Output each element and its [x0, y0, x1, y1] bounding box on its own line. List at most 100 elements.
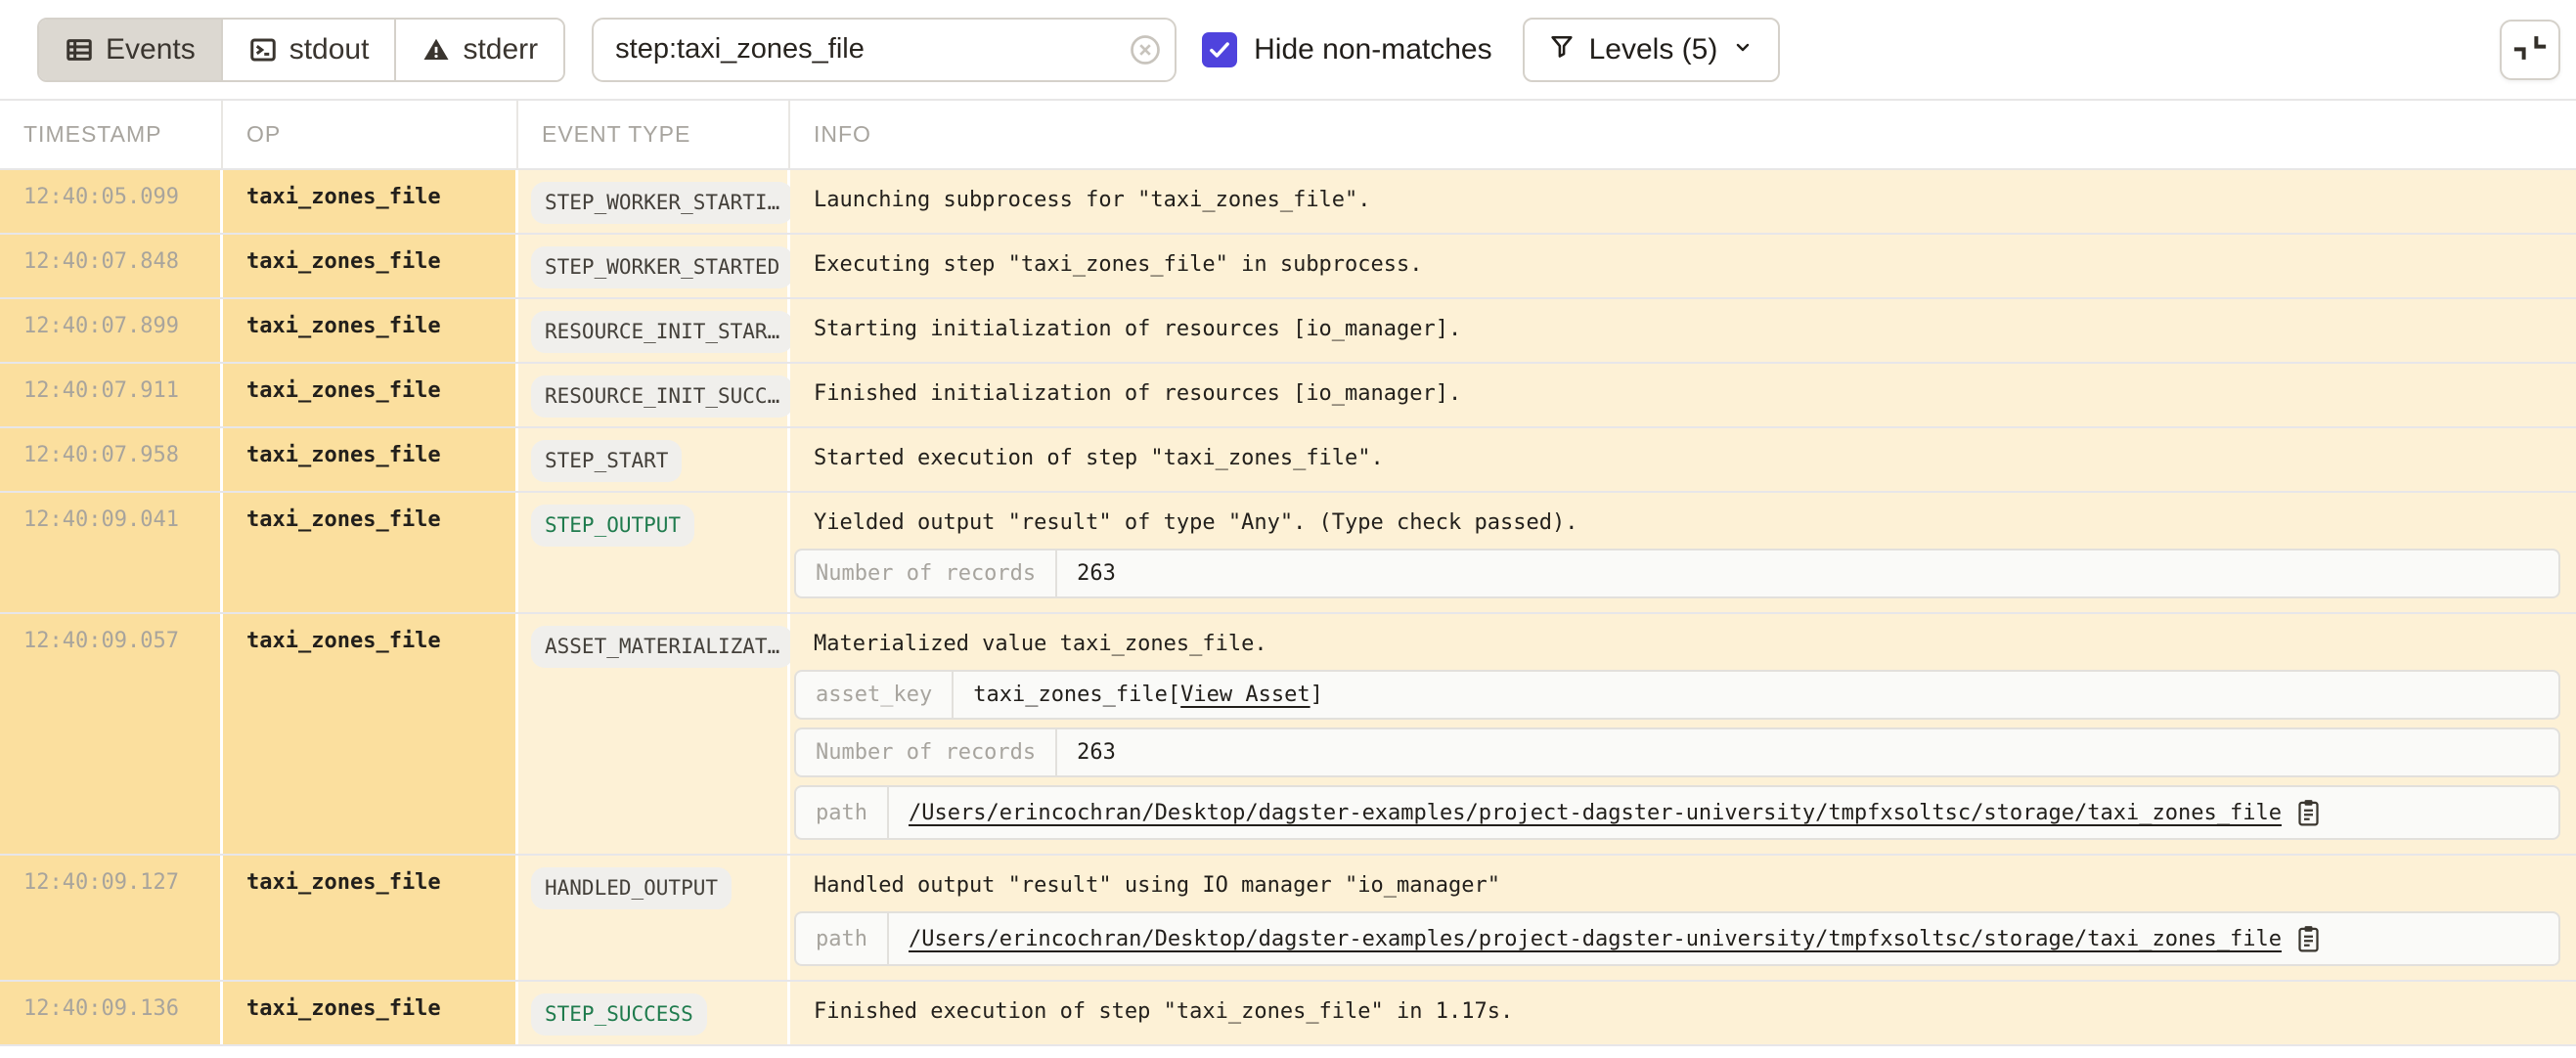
event-info-text: Launching subprocess for "taxi_zones_fil… [790, 185, 2560, 216]
metadata-entry: Number of records263 [794, 549, 2560, 598]
log-event-row[interactable]: 12:40:09.057taxi_zones_file ASSET_MATERIA… [0, 614, 2576, 856]
event-type-badge: RESOURCE_INIT_SUCC… [531, 375, 793, 418]
event-timestamp: 12:40:09.041 [0, 493, 223, 612]
metadata-entry: path/Users/erincochran/Desktop/dagster-e… [794, 785, 2560, 840]
event-type-cell: HANDLED_OUTPUT [518, 856, 790, 980]
metadata-entry: asset_keytaxi_zones_file [View Asset] [794, 670, 2560, 720]
event-type-cell: STEP_WORKER_STARTED [518, 235, 790, 297]
path-link[interactable]: /Users/erincochran/Desktop/dagster-examp… [909, 801, 2282, 825]
log-view-tabs: Events stdout stderr [37, 18, 565, 82]
tab-stderr[interactable]: stderr [396, 20, 563, 80]
collapse-icon [2513, 31, 2547, 67]
log-table-body: 12:40:05.099taxi_zones_fileSTEP_WORKER_S… [0, 170, 2576, 1046]
column-header-timestamp: TIMESTAMP [0, 101, 223, 168]
event-timestamp: 12:40:07.958 [0, 428, 223, 491]
log-toolbar: Events stdout stderr [0, 0, 2576, 101]
log-event-row[interactable]: 12:40:05.099taxi_zones_fileSTEP_WORKER_S… [0, 170, 2576, 235]
tab-stdout[interactable]: stdout [223, 20, 397, 80]
event-info-cell: Executing step "taxi_zones_file" in subp… [790, 235, 2576, 297]
event-op-name: taxi_zones_file [223, 982, 518, 1044]
path-link[interactable]: /Users/erincochran/Desktop/dagster-examp… [909, 927, 2282, 951]
event-timestamp: 12:40:09.127 [0, 856, 223, 980]
checkbox-checked-icon[interactable] [1202, 32, 1237, 67]
collapse-panel-button[interactable] [2500, 20, 2560, 80]
log-event-row[interactable]: 12:40:09.127taxi_zones_file HANDLED_OUTPU… [0, 856, 2576, 982]
column-header-info: INFO [790, 101, 2576, 168]
column-header-event-type: EVENT TYPE [518, 101, 790, 168]
tab-stderr-label: stderr [463, 33, 538, 66]
event-info-text: Finished initialization of resources [io… [790, 378, 2560, 410]
levels-filter-label: Levels (5) [1589, 33, 1718, 66]
log-event-row[interactable]: 12:40:07.899taxi_zones_file RESOURCE_INIT… [0, 299, 2576, 364]
hide-non-matches-label: Hide non-matches [1254, 33, 1491, 66]
event-op-name: taxi_zones_file [223, 614, 518, 854]
tab-events-label: Events [106, 33, 196, 66]
event-op-name: taxi_zones_file [223, 493, 518, 612]
event-op-name: taxi_zones_file [223, 428, 518, 491]
copy-icon[interactable] [2295, 798, 2322, 827]
filter-funnel-icon [1548, 32, 1576, 67]
event-info-text: Started execution of step "taxi_zones_fi… [790, 443, 2560, 474]
event-info-text: Finished execution of step "taxi_zones_f… [790, 996, 2560, 1028]
event-timestamp: 12:40:09.057 [0, 614, 223, 854]
terminal-icon [248, 35, 278, 65]
event-timestamp: 12:40:09.136 [0, 982, 223, 1044]
event-op-name: taxi_zones_file [223, 235, 518, 297]
hide-non-matches-toggle[interactable]: Hide non-matches [1202, 32, 1491, 67]
event-type-badge: RESOURCE_INIT_STAR… [531, 311, 793, 353]
event-type-cell: ASSET_MATERIALIZAT… [518, 614, 790, 854]
event-timestamp: 12:40:05.099 [0, 170, 223, 233]
log-event-row[interactable]: 12:40:09.136taxi_zones_file STEP_SUCCESS F… [0, 982, 2576, 1046]
event-info-text: Executing step "taxi_zones_file" in subp… [790, 249, 2560, 281]
metadata-entry: Number of records263 [794, 727, 2560, 777]
event-type-badge: STEP_WORKER_STARTI… [531, 182, 793, 224]
metadata-key: Number of records [796, 729, 1057, 775]
event-type-badge: ASSET_MATERIALIZAT… [531, 626, 793, 668]
event-info-text: Yielded output "result" of type "Any". (… [790, 507, 2560, 539]
event-info-text: Handled output "result" using IO manager… [790, 870, 2560, 902]
warning-icon [422, 35, 451, 65]
log-event-row[interactable]: 12:40:09.041taxi_zones_fileSTEP_OUTPUTYi… [0, 493, 2576, 614]
event-op-name: taxi_zones_file [223, 299, 518, 362]
metadata-value: 263 [1057, 551, 2558, 596]
event-metadata: Number of records263 [794, 549, 2560, 598]
event-metadata: asset_keytaxi_zones_file [View Asset] Num… [794, 670, 2560, 840]
event-info-cell: Handled output "result" using IO manager… [790, 856, 2576, 980]
metadata-value: taxi_zones_file [View Asset] [954, 672, 2558, 718]
event-type-cell: STEP_SUCCESS [518, 982, 790, 1044]
event-op-name: taxi_zones_file [223, 856, 518, 980]
event-timestamp: 12:40:07.848 [0, 235, 223, 297]
event-info-cell: Finished execution of step "taxi_zones_f… [790, 982, 2576, 1044]
event-op-name: taxi_zones_file [223, 364, 518, 426]
tab-events[interactable]: Events [39, 20, 223, 80]
event-type-cell: STEP_WORKER_STARTI… [518, 170, 790, 233]
log-event-row[interactable]: 12:40:07.848taxi_zones_fileSTEP_WORKER_S… [0, 235, 2576, 299]
event-type-badge: STEP_SUCCESS [531, 993, 707, 1036]
view-asset-link[interactable]: View Asset [1180, 683, 1310, 707]
copy-icon[interactable] [2295, 924, 2322, 953]
clear-search-icon[interactable] [1128, 32, 1163, 67]
event-type-badge: HANDLED_OUTPUT [531, 867, 732, 909]
tab-stdout-label: stdout [289, 33, 370, 66]
event-timestamp: 12:40:07.899 [0, 299, 223, 362]
log-filter-input[interactable] [592, 18, 1177, 82]
log-event-row[interactable]: 12:40:07.911taxi_zones_fileRESOURCE_INIT… [0, 364, 2576, 428]
event-type-badge: STEP_START [531, 440, 682, 482]
log-filter-searchbox [592, 18, 1177, 82]
metadata-entry: path/Users/erincochran/Desktop/dagster-e… [794, 911, 2560, 966]
event-info-cell: Yielded output "result" of type "Any". (… [790, 493, 2576, 612]
event-metadata: path/Users/erincochran/Desktop/dagster-e… [794, 911, 2560, 966]
event-info-cell: Launching subprocess for "taxi_zones_fil… [790, 170, 2576, 233]
metadata-key: path [796, 913, 889, 964]
levels-filter-button[interactable]: Levels (5) [1523, 18, 1781, 82]
event-info-text: Materialized value taxi_zones_file. [790, 629, 2560, 660]
event-info-cell: Materialized value taxi_zones_file.asset… [790, 614, 2576, 854]
event-info-text: Starting initialization of resources [io… [790, 314, 2560, 345]
log-event-row[interactable]: 12:40:07.958taxi_zones_file STEP_START Sta… [0, 428, 2576, 493]
event-type-cell: STEP_START [518, 428, 790, 491]
table-icon [65, 35, 94, 65]
column-header-op: OP [223, 101, 518, 168]
metadata-key: asset_key [796, 672, 954, 718]
event-info-cell: Started execution of step "taxi_zones_fi… [790, 428, 2576, 491]
chevron-down-icon [1731, 33, 1754, 66]
